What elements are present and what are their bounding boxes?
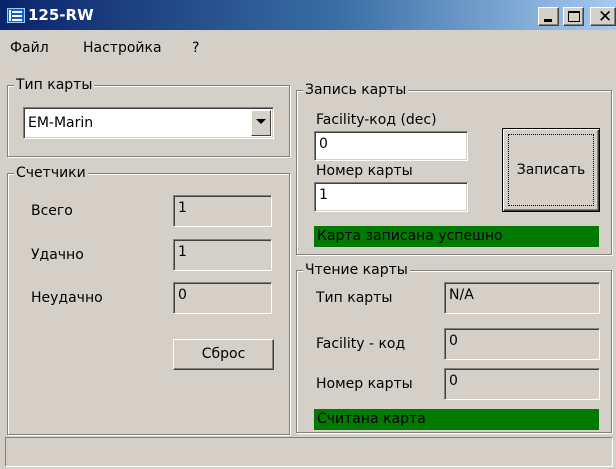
total-value: 1 [173, 195, 272, 227]
card-type-legend: Тип карты [14, 76, 95, 94]
fail-value: 0 [173, 282, 272, 314]
minimize-button[interactable] [538, 7, 559, 26]
read-facility-label: Facility - код [316, 336, 406, 352]
write-button[interactable]: Записать [502, 128, 600, 212]
close-button[interactable]: ✕ [590, 7, 616, 27]
chevron-down-icon[interactable] [251, 110, 271, 136]
card-type-select[interactable]: EM-Marin [23, 107, 274, 139]
total-label: Всего [31, 203, 73, 219]
facility-input[interactable]: 0 [314, 131, 468, 161]
read-type-label: Тип карты [316, 290, 393, 306]
menu-settings[interactable]: Настройка [83, 40, 162, 56]
read-status: Считана карта [314, 409, 599, 430]
read-card-legend: Чтение карты [303, 261, 410, 279]
facility-label: Facility-код (dec) [316, 112, 437, 128]
close-icon: ✕ [598, 7, 613, 27]
write-card-legend: Запись карты [303, 81, 409, 99]
write-status: Карта записана успешно [314, 226, 599, 247]
window-title: 125-RW [28, 6, 94, 24]
menu-help[interactable]: ? [192, 40, 199, 56]
menu-bar: Файл Настройка ? [0, 32, 616, 60]
read-facility-value: 0 [444, 328, 600, 360]
card-number-input[interactable]: 1 [314, 182, 468, 212]
reset-button[interactable]: Сброс [173, 339, 274, 370]
counters-legend: Счетчики [14, 164, 88, 182]
card-type-selected: EM-Marin [28, 115, 94, 131]
read-type-value: N/A [444, 282, 600, 314]
app-window: 125-RW ✕ Файл Настройка ? Тип карты EM-M… [0, 0, 616, 469]
read-number-value: 0 [444, 368, 600, 400]
window-status-bar [5, 437, 613, 467]
menu-file[interactable]: Файл [10, 40, 49, 56]
success-value: 1 [173, 239, 272, 271]
fail-label: Неудачно [31, 290, 103, 306]
maximize-button[interactable] [563, 7, 584, 26]
card-number-label: Номер карты [316, 163, 413, 179]
focus-rect [508, 134, 594, 206]
title-bar[interactable]: 125-RW ✕ [0, 0, 616, 30]
success-label: Удачно [31, 247, 84, 263]
app-icon[interactable] [7, 8, 25, 23]
read-number-label: Номер карты [316, 376, 413, 392]
